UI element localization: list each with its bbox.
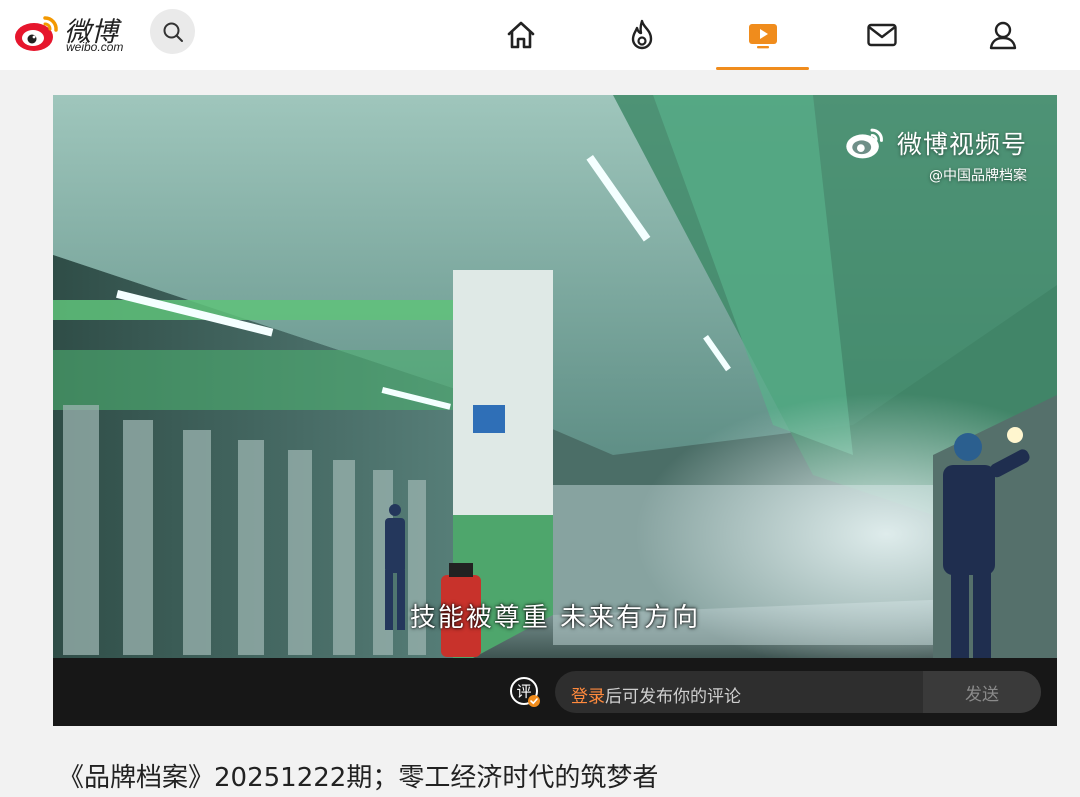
nav-home[interactable] bbox=[476, 0, 566, 70]
nav-profile[interactable] bbox=[958, 0, 1048, 70]
top-navigation-bar: 微博 weibo.com bbox=[0, 0, 1080, 70]
watermark-account: @中国品牌档案 bbox=[929, 168, 1027, 184]
video-play-icon bbox=[748, 24, 777, 49]
weibo-logo[interactable]: 微博 weibo.com bbox=[14, 8, 134, 56]
nav-messages[interactable] bbox=[837, 0, 927, 70]
nav-video[interactable] bbox=[716, 0, 809, 70]
comment-placeholder: 登录后可发布你的评论 bbox=[571, 682, 741, 707]
comment-placeholder-text: 后可发布你的评论 bbox=[605, 687, 741, 707]
search-icon bbox=[163, 22, 183, 42]
login-link[interactable]: 登录 bbox=[571, 687, 605, 707]
comment-bar: 评 登录后可发布你的评论 发送 bbox=[53, 658, 1057, 726]
user-icon bbox=[989, 21, 1017, 50]
video-watermark: 微博视频号 @中国品牌档案 bbox=[843, 125, 1027, 185]
weibo-eye-icon bbox=[15, 16, 58, 51]
video-subtitle: 技能被尊重 未来有方向 bbox=[409, 603, 701, 633]
comment-icon[interactable]: 评 bbox=[509, 676, 541, 708]
mail-icon bbox=[867, 23, 897, 47]
search-button[interactable] bbox=[150, 9, 195, 54]
nav-hot[interactable] bbox=[597, 0, 687, 70]
video-player[interactable]: 微博视频号 @中国品牌档案 技能被尊重 未来有方向 评 登录后可发布你的评论 发… bbox=[53, 95, 1057, 726]
comment-input[interactable]: 登录后可发布你的评论 发送 bbox=[555, 671, 1041, 713]
home-icon bbox=[507, 21, 535, 49]
post-title: 《品牌档案》20251222期；零工经济时代的筑梦者 bbox=[58, 763, 659, 793]
hot-fire-icon bbox=[631, 19, 653, 50]
logo-domain: weibo.com bbox=[66, 40, 124, 54]
send-button[interactable]: 发送 bbox=[923, 671, 1041, 713]
weibo-eye-icon bbox=[846, 128, 883, 159]
watermark-title: 微博视频号 bbox=[896, 130, 1027, 159]
